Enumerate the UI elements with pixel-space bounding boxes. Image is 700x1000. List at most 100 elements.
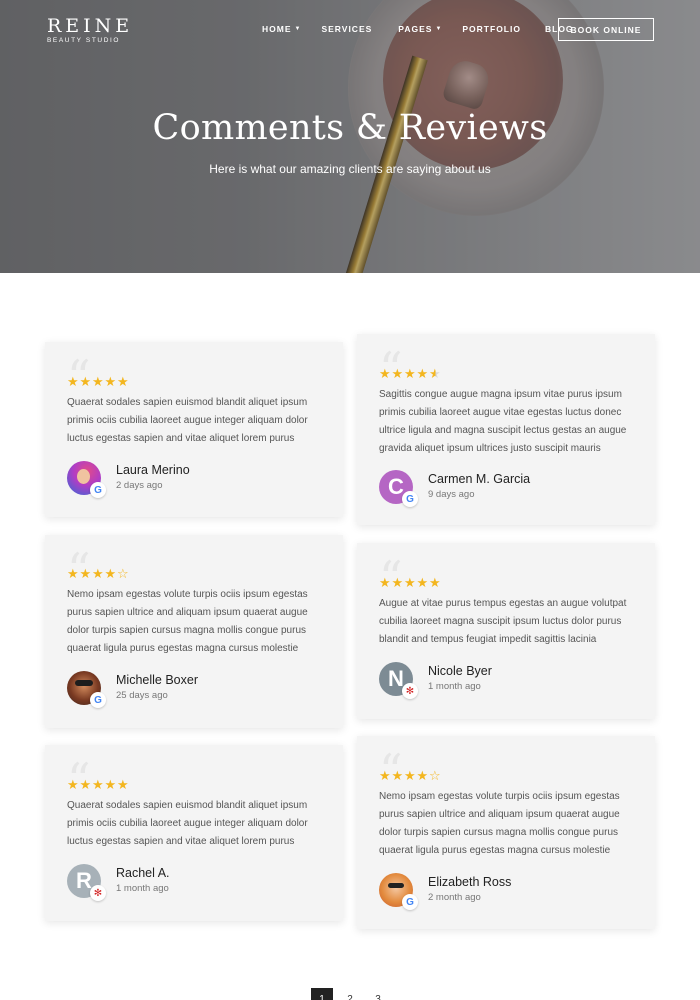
star-half-icon: ★ bbox=[429, 366, 441, 381]
nav-item-label: PAGES bbox=[398, 24, 433, 34]
star-icon: ★ bbox=[67, 374, 79, 389]
page-title: Comments & Reviews bbox=[152, 108, 548, 148]
caret-down-icon: ▼ bbox=[435, 26, 443, 32]
star-icon: ★ bbox=[391, 575, 404, 590]
review-author: N ✻ Nicole Byer 1 month ago bbox=[379, 662, 492, 699]
avatar: G bbox=[379, 873, 418, 910]
review-date: 25 days ago bbox=[116, 690, 168, 701]
avatar: C G bbox=[379, 470, 418, 507]
star-icon: ★ bbox=[429, 575, 441, 590]
star-icon: ★ bbox=[404, 366, 416, 381]
star-icon: ★ bbox=[117, 777, 129, 792]
review-author: G Elizabeth Ross 2 month ago bbox=[379, 873, 512, 910]
book-online-button[interactable]: BOOK ONLINE bbox=[558, 18, 654, 41]
google-icon: G bbox=[90, 482, 106, 498]
reviewer-name: Elizabeth Ross bbox=[428, 875, 512, 889]
avatar: G bbox=[67, 671, 106, 708]
google-icon: G bbox=[402, 491, 418, 507]
avatar: N ✻ bbox=[379, 662, 418, 699]
brand-logo[interactable]: REINE BEAUTY STUDIO bbox=[47, 16, 133, 45]
google-icon: G bbox=[90, 692, 106, 708]
star-icon: ★ bbox=[104, 374, 117, 389]
star-rating: ★ ★ ★ ★ ★ bbox=[67, 778, 130, 791]
google-icon: G bbox=[402, 894, 418, 910]
review-card: “ ★ ★ ★ ★ ★ Augue at vitae purus tempus eges… bbox=[357, 543, 655, 719]
review-author: G Michelle Boxer 25 days ago bbox=[67, 671, 198, 708]
reviewer-name: Laura Merino bbox=[116, 463, 190, 477]
page-2-button[interactable]: 2 bbox=[339, 988, 361, 1000]
star-rating: ★ ★ ★ ★ ☆ bbox=[379, 769, 442, 782]
review-text: Nemo ipsam egestas volute turpis ociis i… bbox=[379, 791, 620, 856]
pagination: 1 2 3 bbox=[311, 988, 395, 1000]
star-rating: ★ ★ ★ ★ ★ bbox=[379, 367, 442, 380]
review-card: “ ★ ★ ★ ★ ☆ Nemo ipsam egestas volute turpis… bbox=[357, 736, 655, 929]
review-date: 1 month ago bbox=[116, 883, 169, 894]
star-icon: ★ bbox=[117, 374, 129, 389]
review-card: “ ★ ★ ★ ★ ★ Quaerat sodales sapien euismod b… bbox=[45, 745, 343, 921]
star-icon: ★ bbox=[379, 366, 391, 381]
star-rating: ★ ★ ★ ★ ★ bbox=[67, 375, 130, 388]
page-1-button[interactable]: 1 bbox=[311, 988, 333, 1000]
star-icon: ★ bbox=[92, 777, 104, 792]
main-nav: HOME ▼ SERVICES PAGES ▼ PORTFOLIO BLOG bbox=[262, 24, 594, 34]
nav-item-pages[interactable]: PAGES ▼ bbox=[398, 24, 442, 34]
star-icon: ★ bbox=[92, 374, 104, 389]
nav-item-label: SERVICES bbox=[321, 24, 373, 34]
review-date: 9 days ago bbox=[428, 489, 475, 500]
reviewer-name: Nicole Byer bbox=[428, 664, 492, 678]
yelp-icon: ✻ bbox=[90, 885, 106, 901]
star-icon: ★ bbox=[104, 777, 117, 792]
star-icon: ★ bbox=[416, 768, 429, 783]
review-text: Quaerat sodales sapien euismod blandit a… bbox=[67, 397, 308, 444]
star-empty-icon: ☆ bbox=[429, 768, 441, 783]
reviewer-name: Rachel A. bbox=[116, 866, 170, 880]
star-icon: ★ bbox=[416, 366, 429, 381]
avatar: G bbox=[67, 461, 106, 498]
review-text: Sagittis congue augue magna ipsum vitae … bbox=[379, 389, 627, 454]
star-icon: ★ bbox=[104, 566, 117, 581]
nav-item-portfolio[interactable]: PORTFOLIO bbox=[462, 24, 521, 34]
review-author: R ✻ Rachel A. 1 month ago bbox=[67, 864, 170, 901]
yelp-icon: ✻ bbox=[402, 683, 418, 699]
star-empty-icon: ☆ bbox=[117, 566, 129, 581]
review-card: “ ★ ★ ★ ★ ★ Sagittis congue augue magna ipsu… bbox=[357, 334, 655, 525]
star-icon: ★ bbox=[67, 566, 79, 581]
review-date: 2 days ago bbox=[116, 480, 163, 491]
nav-item-services[interactable]: SERVICES bbox=[321, 24, 372, 34]
review-author: C G Carmen M. Garcia 9 days ago bbox=[379, 470, 531, 507]
star-rating: ★ ★ ★ ★ ★ bbox=[379, 576, 442, 589]
brand-name: REINE bbox=[47, 15, 134, 37]
page-3-button[interactable]: 3 bbox=[367, 988, 389, 1000]
star-icon: ★ bbox=[391, 768, 404, 783]
star-icon: ★ bbox=[391, 366, 404, 381]
nav-item-home[interactable]: HOME ▼ bbox=[262, 24, 301, 34]
reviewer-name: Michelle Boxer bbox=[116, 673, 198, 687]
star-icon: ★ bbox=[379, 768, 391, 783]
nav-item-label: PORTFOLIO bbox=[462, 24, 521, 34]
review-text: Nemo ipsam egestas volute turpis ociis i… bbox=[67, 589, 308, 654]
hero-banner: REINE BEAUTY STUDIO HOME ▼ SERVICES PAGE… bbox=[0, 0, 700, 273]
review-date: 1 month ago bbox=[428, 681, 481, 692]
nav-item-label: HOME bbox=[262, 24, 292, 34]
review-text: Augue at vitae purus tempus egestas an a… bbox=[379, 598, 627, 645]
star-icon: ★ bbox=[92, 566, 104, 581]
avatar: R ✻ bbox=[67, 864, 106, 901]
review-text: Quaerat sodales sapien euismod blandit a… bbox=[67, 800, 308, 847]
review-card: “ ★ ★ ★ ★ ☆ Nemo ipsam egestas volute turpis… bbox=[45, 535, 343, 728]
star-rating: ★ ★ ★ ★ ☆ bbox=[67, 567, 130, 580]
caret-down-icon: ▼ bbox=[294, 26, 302, 32]
star-icon: ★ bbox=[79, 777, 92, 792]
star-icon: ★ bbox=[79, 566, 92, 581]
review-date: 2 month ago bbox=[428, 892, 481, 903]
star-icon: ★ bbox=[416, 575, 429, 590]
star-icon: ★ bbox=[79, 374, 92, 389]
review-author: G Laura Merino 2 days ago bbox=[67, 461, 190, 498]
star-icon: ★ bbox=[404, 768, 416, 783]
brand-tagline: BEAUTY STUDIO bbox=[47, 37, 121, 44]
star-icon: ★ bbox=[404, 575, 416, 590]
star-icon: ★ bbox=[379, 575, 391, 590]
page-subtitle: Here is what our amazing clients are say… bbox=[209, 162, 491, 176]
review-card: “ ★ ★ ★ ★ ★ Quaerat sodales sapien euismod b… bbox=[45, 342, 343, 517]
reviewer-name: Carmen M. Garcia bbox=[428, 472, 531, 486]
star-icon: ★ bbox=[67, 777, 79, 792]
